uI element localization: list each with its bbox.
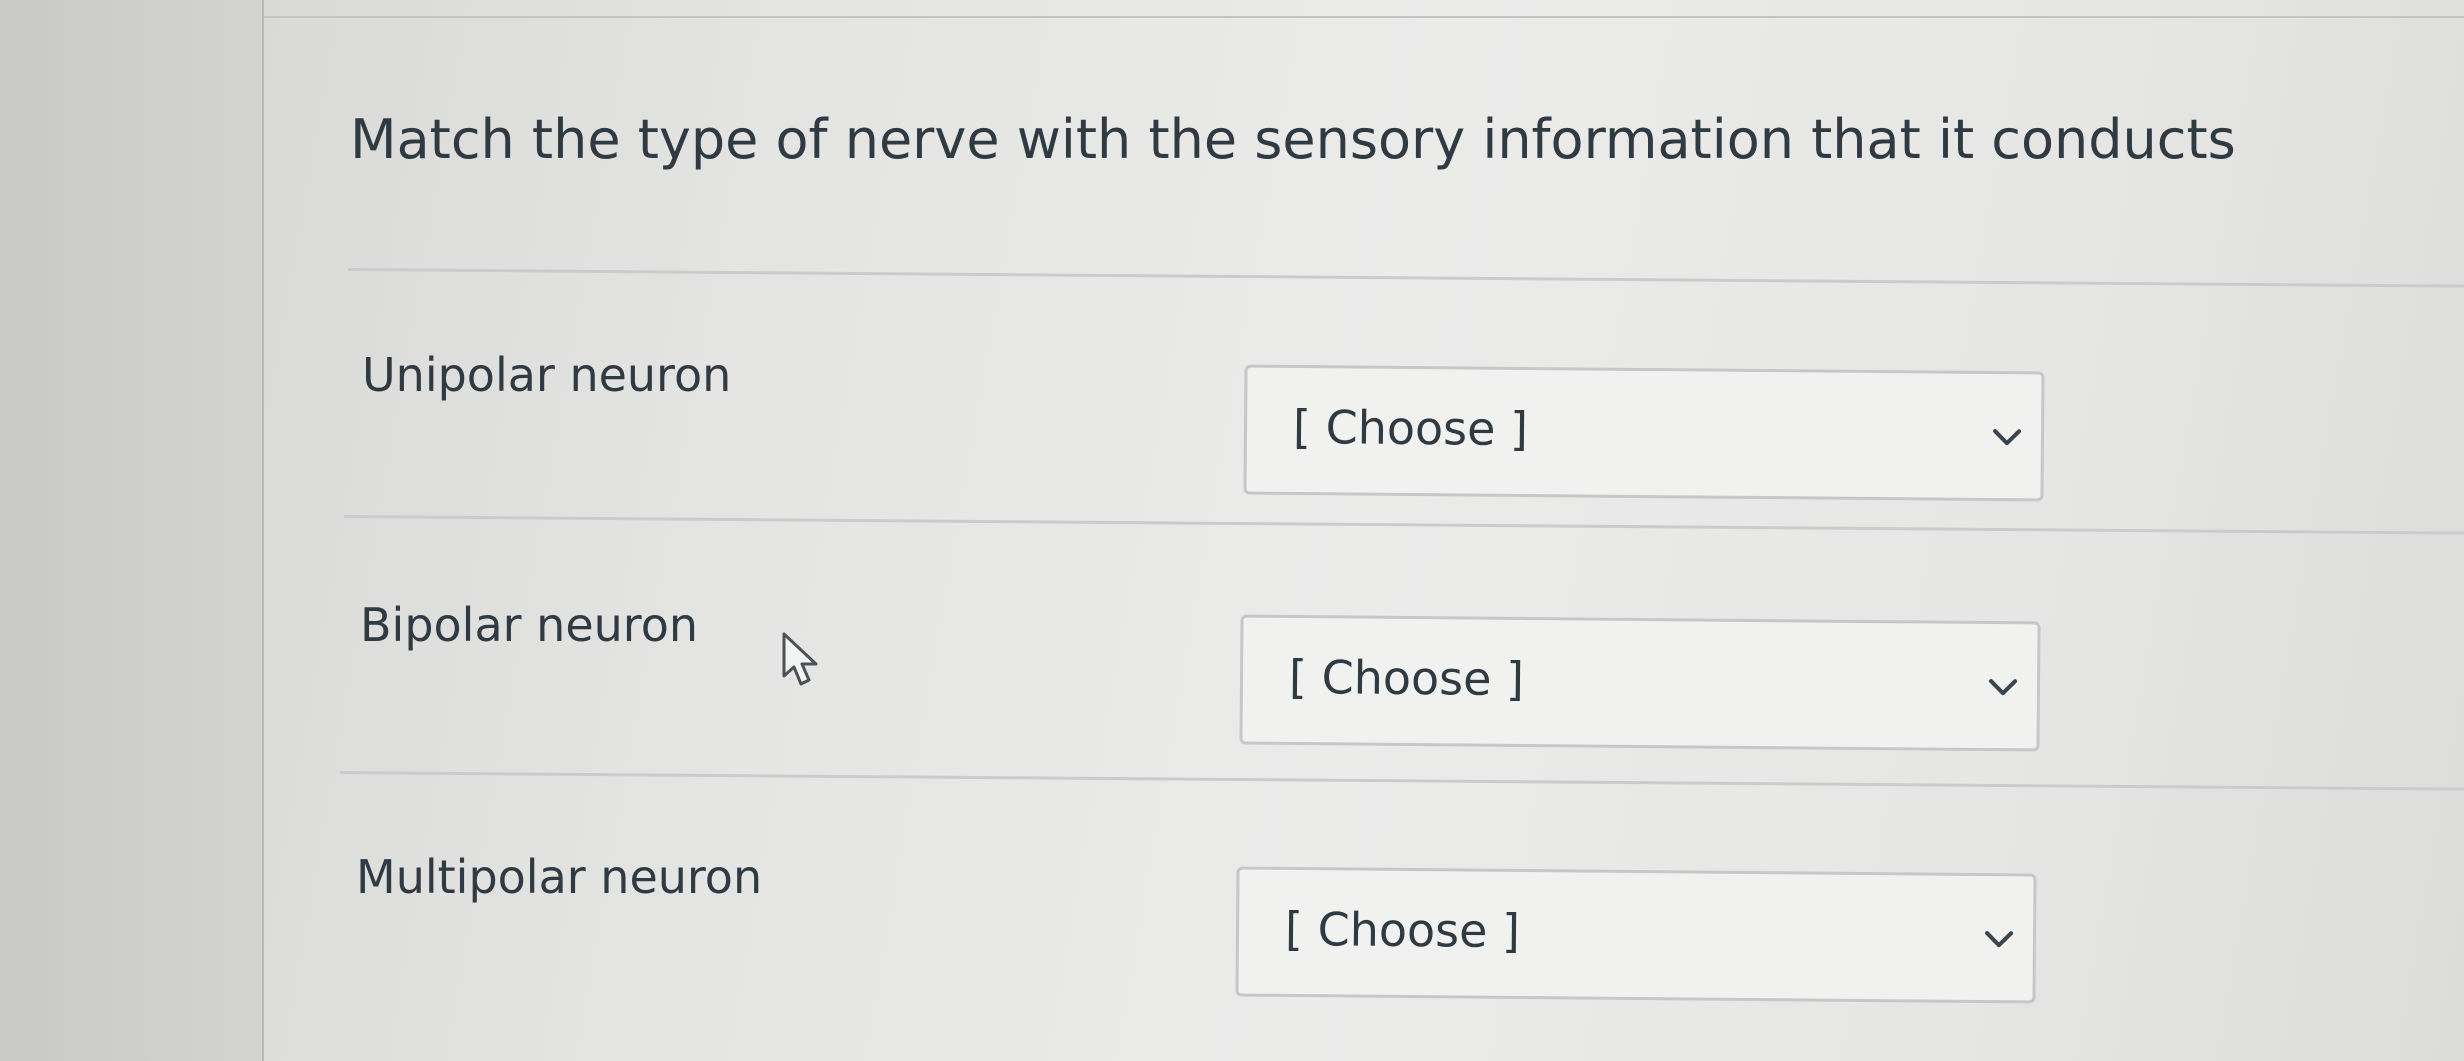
answer-select-multipolar[interactable]: [ Choose ] [1235, 866, 2037, 1004]
left-gutter [0, 0, 262, 1061]
row-label: Multipolar neuron [356, 850, 763, 904]
select-value: [ Choose ] [1288, 649, 1525, 706]
match-row-multipolar: Multipolar neuron [ Choose ] [264, 850, 2464, 1050]
select-value: [ Choose ] [1284, 901, 1521, 958]
chevron-down-icon [1985, 931, 2014, 948]
question-panel: Match the type of nerve with the sensory… [264, 18, 2464, 1061]
row-label: Unipolar neuron [362, 348, 732, 402]
answer-select-bipolar[interactable]: [ Choose ] [1239, 614, 2041, 752]
chevron-down-icon [1993, 429, 2022, 446]
mouse-cursor-icon [782, 632, 818, 686]
top-border [264, 0, 2464, 18]
chevron-down-icon [1989, 679, 2018, 696]
divider [347, 268, 2464, 288]
question-prompt: Match the type of nerve with the sensory… [350, 108, 2236, 171]
row-label: Bipolar neuron [360, 598, 698, 652]
answer-select-unipolar[interactable]: [ Choose ] [1243, 364, 2045, 502]
select-value: [ Choose ] [1292, 399, 1529, 456]
match-row-bipolar: Bipolar neuron [ Choose ] [264, 598, 2464, 798]
